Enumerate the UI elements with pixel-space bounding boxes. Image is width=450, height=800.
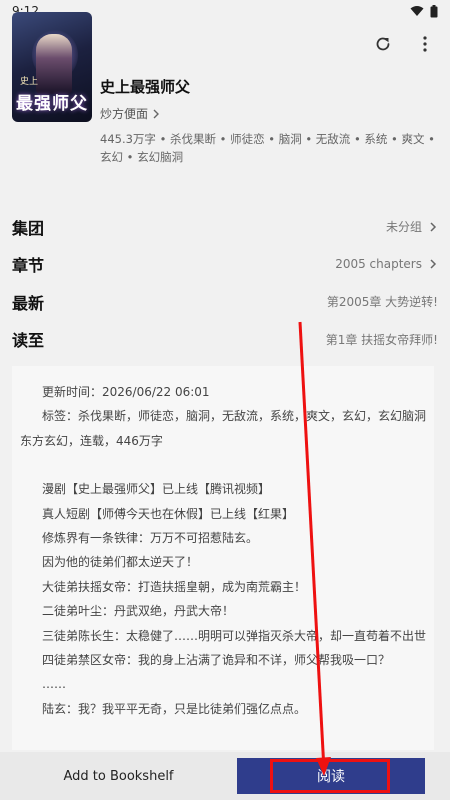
book-description: 更新时间：2026/06/22 06:01 标签：杀伐果断，师徒恋，脑洞，无敌流… bbox=[12, 366, 434, 750]
info-row-value: 第1章 扶摇女帝拜师! bbox=[325, 332, 438, 347]
cover-tag: 史上 bbox=[20, 77, 39, 87]
info-row-label: 读至 bbox=[12, 331, 45, 351]
refresh-icon bbox=[376, 37, 390, 51]
wifi-icon bbox=[410, 6, 424, 16]
info-row-label: 章节 bbox=[12, 256, 45, 276]
info-row-read-to[interactable]: 读至 第1章 扶摇女帝拜师! bbox=[0, 321, 450, 359]
desc-line: 四徒弟禁区女帝：我的身上沾满了诡异和不详，师父帮我吸一口？ bbox=[42, 653, 391, 668]
bottom-action-bar: Add to Bookshelf 阅读 bbox=[0, 752, 450, 800]
battery-icon bbox=[430, 4, 438, 17]
update-time: 更新时间：2026/06/22 06:01 bbox=[42, 385, 210, 399]
info-row-value: 未分组 bbox=[385, 220, 422, 235]
more-vert-icon bbox=[423, 36, 427, 52]
book-title: 史上最强师父 bbox=[100, 78, 191, 96]
info-row-value-wrap: 第1章 扶摇女帝拜师! bbox=[326, 331, 438, 348]
cover-title: 最强师父 bbox=[16, 94, 88, 114]
more-options-button[interactable] bbox=[412, 31, 438, 57]
author-link[interactable]: 炒方便面 bbox=[100, 105, 160, 122]
desc-line: 陆玄：我？我平平无奇，只是比徒弟们强亿点点。 bbox=[42, 701, 307, 716]
desc-line: 漫剧【史上最强师父】已上线【腾讯视频】 bbox=[42, 482, 271, 497]
info-row-group[interactable]: 集团 未分组 bbox=[0, 208, 450, 246]
book-cover[interactable]: 史上 最强师父 bbox=[12, 12, 92, 122]
desc-line: 三徒弟陈长生：太稳健了……明明可以弹指灭杀大帝，却一直苟着不出世！ bbox=[42, 628, 426, 643]
info-row-latest[interactable]: 最新 第2005章 大势逆转! bbox=[0, 283, 450, 321]
tags-line: 东方玄幻，连载，446万字 bbox=[20, 433, 163, 448]
add-to-bookshelf-button[interactable]: Add to Bookshelf bbox=[0, 752, 237, 800]
info-row-value: 第2005章 大势逆转! bbox=[326, 295, 438, 310]
book-meta: 445.3万字 • 杀伐果断 • 师徒恋 • 脑洞 • 无敌流 • 系统 • 爽… bbox=[100, 132, 435, 164]
info-row-value: 2005 chapters bbox=[335, 257, 422, 272]
desc-line: …… bbox=[42, 677, 66, 692]
tags-line: 标签：杀伐果断，师徒恋，脑洞，无敌流，系统，爽文，玄幻，玄幻脑洞， bbox=[42, 409, 426, 424]
desc-line: 真人短剧【师傅今天也在休假】已上线【红果】 bbox=[42, 506, 295, 521]
info-row-label: 集团 bbox=[12, 218, 45, 238]
info-row-value-wrap: 2005 chapters bbox=[335, 257, 438, 271]
author-name: 炒方便面 bbox=[100, 107, 149, 121]
cover-figure bbox=[36, 34, 72, 94]
info-row-value-wrap: 未分组 bbox=[386, 218, 438, 235]
status-icons bbox=[410, 4, 438, 18]
desc-line: 修炼界有一条铁律：万万不可招惹陆玄。 bbox=[42, 531, 259, 546]
desc-line: 大徒弟扶摇女帝：打造扶摇皇朝，成为南荒霸主！ bbox=[42, 579, 307, 594]
chevron-right-icon bbox=[153, 109, 160, 118]
desc-line: 因为他的徒弟们都太逆天了！ bbox=[42, 555, 199, 570]
read-button[interactable]: 阅读 bbox=[237, 758, 425, 794]
info-row-label: 最新 bbox=[12, 293, 45, 313]
info-row-chapters[interactable]: 章节 2005 chapters bbox=[0, 246, 450, 284]
chevron-right-icon bbox=[430, 259, 437, 269]
chevron-right-icon bbox=[430, 222, 437, 232]
refresh-button[interactable] bbox=[370, 31, 396, 57]
desc-line: 二徒弟叶尘：丹武双绝，丹武大帝！ bbox=[42, 604, 235, 619]
info-rows: 集团 未分组 章节 2005 chapters 最新 第2005章 大势逆转! … bbox=[0, 208, 450, 358]
info-row-value-wrap: 第2005章 大势逆转! bbox=[327, 293, 438, 310]
